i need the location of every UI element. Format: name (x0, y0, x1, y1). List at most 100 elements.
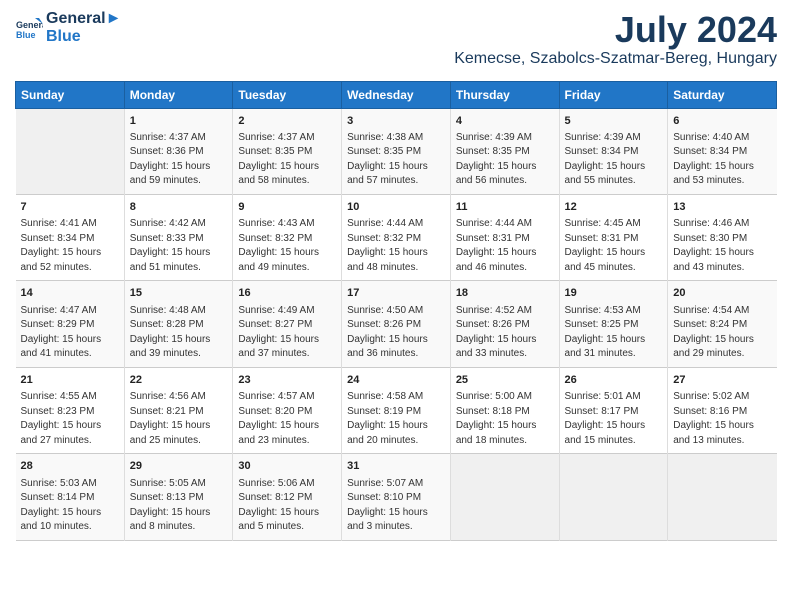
day-number: 24 (347, 373, 445, 388)
day-number: 4 (456, 114, 554, 129)
day-number: 10 (347, 200, 445, 215)
day-detail: Sunrise: 5:07 AM Sunset: 8:10 PM Dayligh… (347, 477, 445, 535)
calendar-week-row: 28 Sunrise: 5:03 AM Sunset: 8:14 PM Dayli… (16, 454, 777, 540)
calendar-cell: 2Sunrise: 4:37 AM Sunset: 8:35 PM Daylig… (233, 108, 342, 194)
day-detail: Sunrise: 4:37 AM Sunset: 8:35 PM Dayligh… (238, 131, 336, 189)
calendar-cell: 12 Sunrise: 4:45 AM Sunset: 8:31 PM Dayli… (559, 194, 668, 280)
day-number: 28 (21, 459, 119, 474)
day-number: 27 (673, 373, 771, 388)
day-number: 29 (130, 459, 228, 474)
day-detail: Sunrise: 4:44 AM Sunset: 8:32 PM Dayligh… (347, 217, 445, 275)
day-detail: Sunrise: 5:02 AM Sunset: 8:16 PM Dayligh… (673, 390, 771, 448)
day-detail: Sunrise: 4:53 AM Sunset: 8:25 PM Dayligh… (565, 304, 663, 362)
day-number: 25 (456, 373, 554, 388)
day-detail: Sunrise: 4:42 AM Sunset: 8:33 PM Dayligh… (130, 217, 228, 275)
col-header-friday: Friday (559, 81, 668, 108)
title-section: July 2024 Kemecse, Szabolcs-Szatmar-Bere… (454, 10, 777, 68)
calendar-week-row: 21Sunrise: 4:55 AM Sunset: 8:23 PM Dayli… (16, 367, 777, 453)
svg-text:Blue: Blue (16, 30, 36, 40)
day-number: 16 (238, 286, 336, 301)
month-title: July 2024 (454, 10, 777, 50)
calendar-cell (16, 108, 125, 194)
day-detail: Sunrise: 4:56 AM Sunset: 8:21 PM Dayligh… (130, 390, 228, 448)
day-detail: Sunrise: 4:48 AM Sunset: 8:28 PM Dayligh… (130, 304, 228, 362)
day-detail: Sunrise: 4:45 AM Sunset: 8:31 PM Dayligh… (565, 217, 663, 275)
calendar-cell: 5 Sunrise: 4:39 AM Sunset: 8:34 PM Daylig… (559, 108, 668, 194)
day-detail: Sunrise: 4:43 AM Sunset: 8:32 PM Dayligh… (238, 217, 336, 275)
day-detail: Sunrise: 4:52 AM Sunset: 8:26 PM Dayligh… (456, 304, 554, 362)
day-number: 6 (673, 114, 771, 129)
calendar-cell (450, 454, 559, 540)
day-number: 5 (565, 114, 663, 129)
day-detail: Sunrise: 4:46 AM Sunset: 8:30 PM Dayligh… (673, 217, 771, 275)
calendar-cell: 10 Sunrise: 4:44 AM Sunset: 8:32 PM Dayli… (342, 194, 451, 280)
logo: General Blue General► Blue (15, 10, 121, 46)
calendar-week-row: 14 Sunrise: 4:47 AM Sunset: 8:29 PM Dayli… (16, 281, 777, 367)
day-detail: Sunrise: 4:47 AM Sunset: 8:29 PM Dayligh… (21, 304, 119, 362)
day-number: 3 (347, 114, 445, 129)
col-header-sunday: Sunday (16, 81, 125, 108)
logo-icon: General Blue (15, 14, 43, 42)
calendar-cell: 21Sunrise: 4:55 AM Sunset: 8:23 PM Dayli… (16, 367, 125, 453)
col-header-monday: Monday (124, 81, 233, 108)
calendar-cell: 17 Sunrise: 4:50 AM Sunset: 8:26 PM Dayli… (342, 281, 451, 367)
calendar-table: SundayMondayTuesdayWednesdayThursdayFrid… (15, 81, 777, 541)
calendar-cell: 15 Sunrise: 4:48 AM Sunset: 8:28 PM Dayli… (124, 281, 233, 367)
day-number: 23 (238, 373, 336, 388)
calendar-cell: 26Sunrise: 5:01 AM Sunset: 8:17 PM Dayli… (559, 367, 668, 453)
day-number: 20 (673, 286, 771, 301)
day-number: 17 (347, 286, 445, 301)
calendar-cell: 8 Sunrise: 4:42 AM Sunset: 8:33 PM Daylig… (124, 194, 233, 280)
day-detail: Sunrise: 4:50 AM Sunset: 8:26 PM Dayligh… (347, 304, 445, 362)
calendar-cell: 30 Sunrise: 5:06 AM Sunset: 8:12 PM Dayli… (233, 454, 342, 540)
day-number: 13 (673, 200, 771, 215)
day-detail: Sunrise: 4:40 AM Sunset: 8:34 PM Dayligh… (673, 131, 771, 189)
calendar-cell: 11Sunrise: 4:44 AM Sunset: 8:31 PM Dayli… (450, 194, 559, 280)
calendar-cell: 20 Sunrise: 4:54 AM Sunset: 8:24 PM Dayli… (668, 281, 777, 367)
col-header-thursday: Thursday (450, 81, 559, 108)
day-detail: Sunrise: 5:06 AM Sunset: 8:12 PM Dayligh… (238, 477, 336, 535)
logo-text: General► Blue (46, 10, 121, 46)
calendar-week-row: 1 Sunrise: 4:37 AM Sunset: 8:36 PM Daylig… (16, 108, 777, 194)
calendar-cell: 7 Sunrise: 4:41 AM Sunset: 8:34 PM Daylig… (16, 194, 125, 280)
calendar-cell: 6 Sunrise: 4:40 AM Sunset: 8:34 PM Daylig… (668, 108, 777, 194)
day-detail: Sunrise: 4:41 AM Sunset: 8:34 PM Dayligh… (21, 217, 119, 275)
page-header: General Blue General► Blue July 2024 Kem… (15, 10, 777, 73)
day-detail: Sunrise: 5:01 AM Sunset: 8:17 PM Dayligh… (565, 390, 663, 448)
col-header-wednesday: Wednesday (342, 81, 451, 108)
day-detail: Sunrise: 4:49 AM Sunset: 8:27 PM Dayligh… (238, 304, 336, 362)
calendar-cell: 24Sunrise: 4:58 AM Sunset: 8:19 PM Dayli… (342, 367, 451, 453)
day-detail: Sunrise: 4:57 AM Sunset: 8:20 PM Dayligh… (238, 390, 336, 448)
day-number: 22 (130, 373, 228, 388)
calendar-cell: 13 Sunrise: 4:46 AM Sunset: 8:30 PM Dayli… (668, 194, 777, 280)
calendar-cell (668, 454, 777, 540)
calendar-cell: 16 Sunrise: 4:49 AM Sunset: 8:27 PM Dayli… (233, 281, 342, 367)
day-detail: Sunrise: 4:39 AM Sunset: 8:34 PM Dayligh… (565, 131, 663, 189)
day-number: 12 (565, 200, 663, 215)
day-detail: Sunrise: 5:03 AM Sunset: 8:14 PM Dayligh… (21, 477, 119, 535)
calendar-cell: 27 Sunrise: 5:02 AM Sunset: 8:16 PM Dayli… (668, 367, 777, 453)
svg-text:General: General (16, 20, 43, 30)
col-header-tuesday: Tuesday (233, 81, 342, 108)
day-number: 19 (565, 286, 663, 301)
day-number: 15 (130, 286, 228, 301)
day-number: 30 (238, 459, 336, 474)
calendar-cell: 4Sunrise: 4:39 AM Sunset: 8:35 PM Daylig… (450, 108, 559, 194)
calendar-cell: 29 Sunrise: 5:05 AM Sunset: 8:13 PM Dayli… (124, 454, 233, 540)
day-detail: Sunrise: 4:38 AM Sunset: 8:35 PM Dayligh… (347, 131, 445, 189)
day-number: 14 (21, 286, 119, 301)
day-number: 11 (456, 200, 554, 215)
location-title: Kemecse, Szabolcs-Szatmar-Bereg, Hungary (454, 50, 777, 68)
day-detail: Sunrise: 5:05 AM Sunset: 8:13 PM Dayligh… (130, 477, 228, 535)
day-number: 8 (130, 200, 228, 215)
day-detail: Sunrise: 4:37 AM Sunset: 8:36 PM Dayligh… (130, 131, 228, 189)
calendar-cell: 1 Sunrise: 4:37 AM Sunset: 8:36 PM Daylig… (124, 108, 233, 194)
calendar-cell: 22 Sunrise: 4:56 AM Sunset: 8:21 PM Dayli… (124, 367, 233, 453)
calendar-cell: 19 Sunrise: 4:53 AM Sunset: 8:25 PM Dayli… (559, 281, 668, 367)
day-detail: Sunrise: 4:54 AM Sunset: 8:24 PM Dayligh… (673, 304, 771, 362)
day-number: 1 (130, 114, 228, 129)
day-number: 7 (21, 200, 119, 215)
day-number: 18 (456, 286, 554, 301)
calendar-cell: 28 Sunrise: 5:03 AM Sunset: 8:14 PM Dayli… (16, 454, 125, 540)
day-detail: Sunrise: 4:55 AM Sunset: 8:23 PM Dayligh… (21, 390, 119, 448)
